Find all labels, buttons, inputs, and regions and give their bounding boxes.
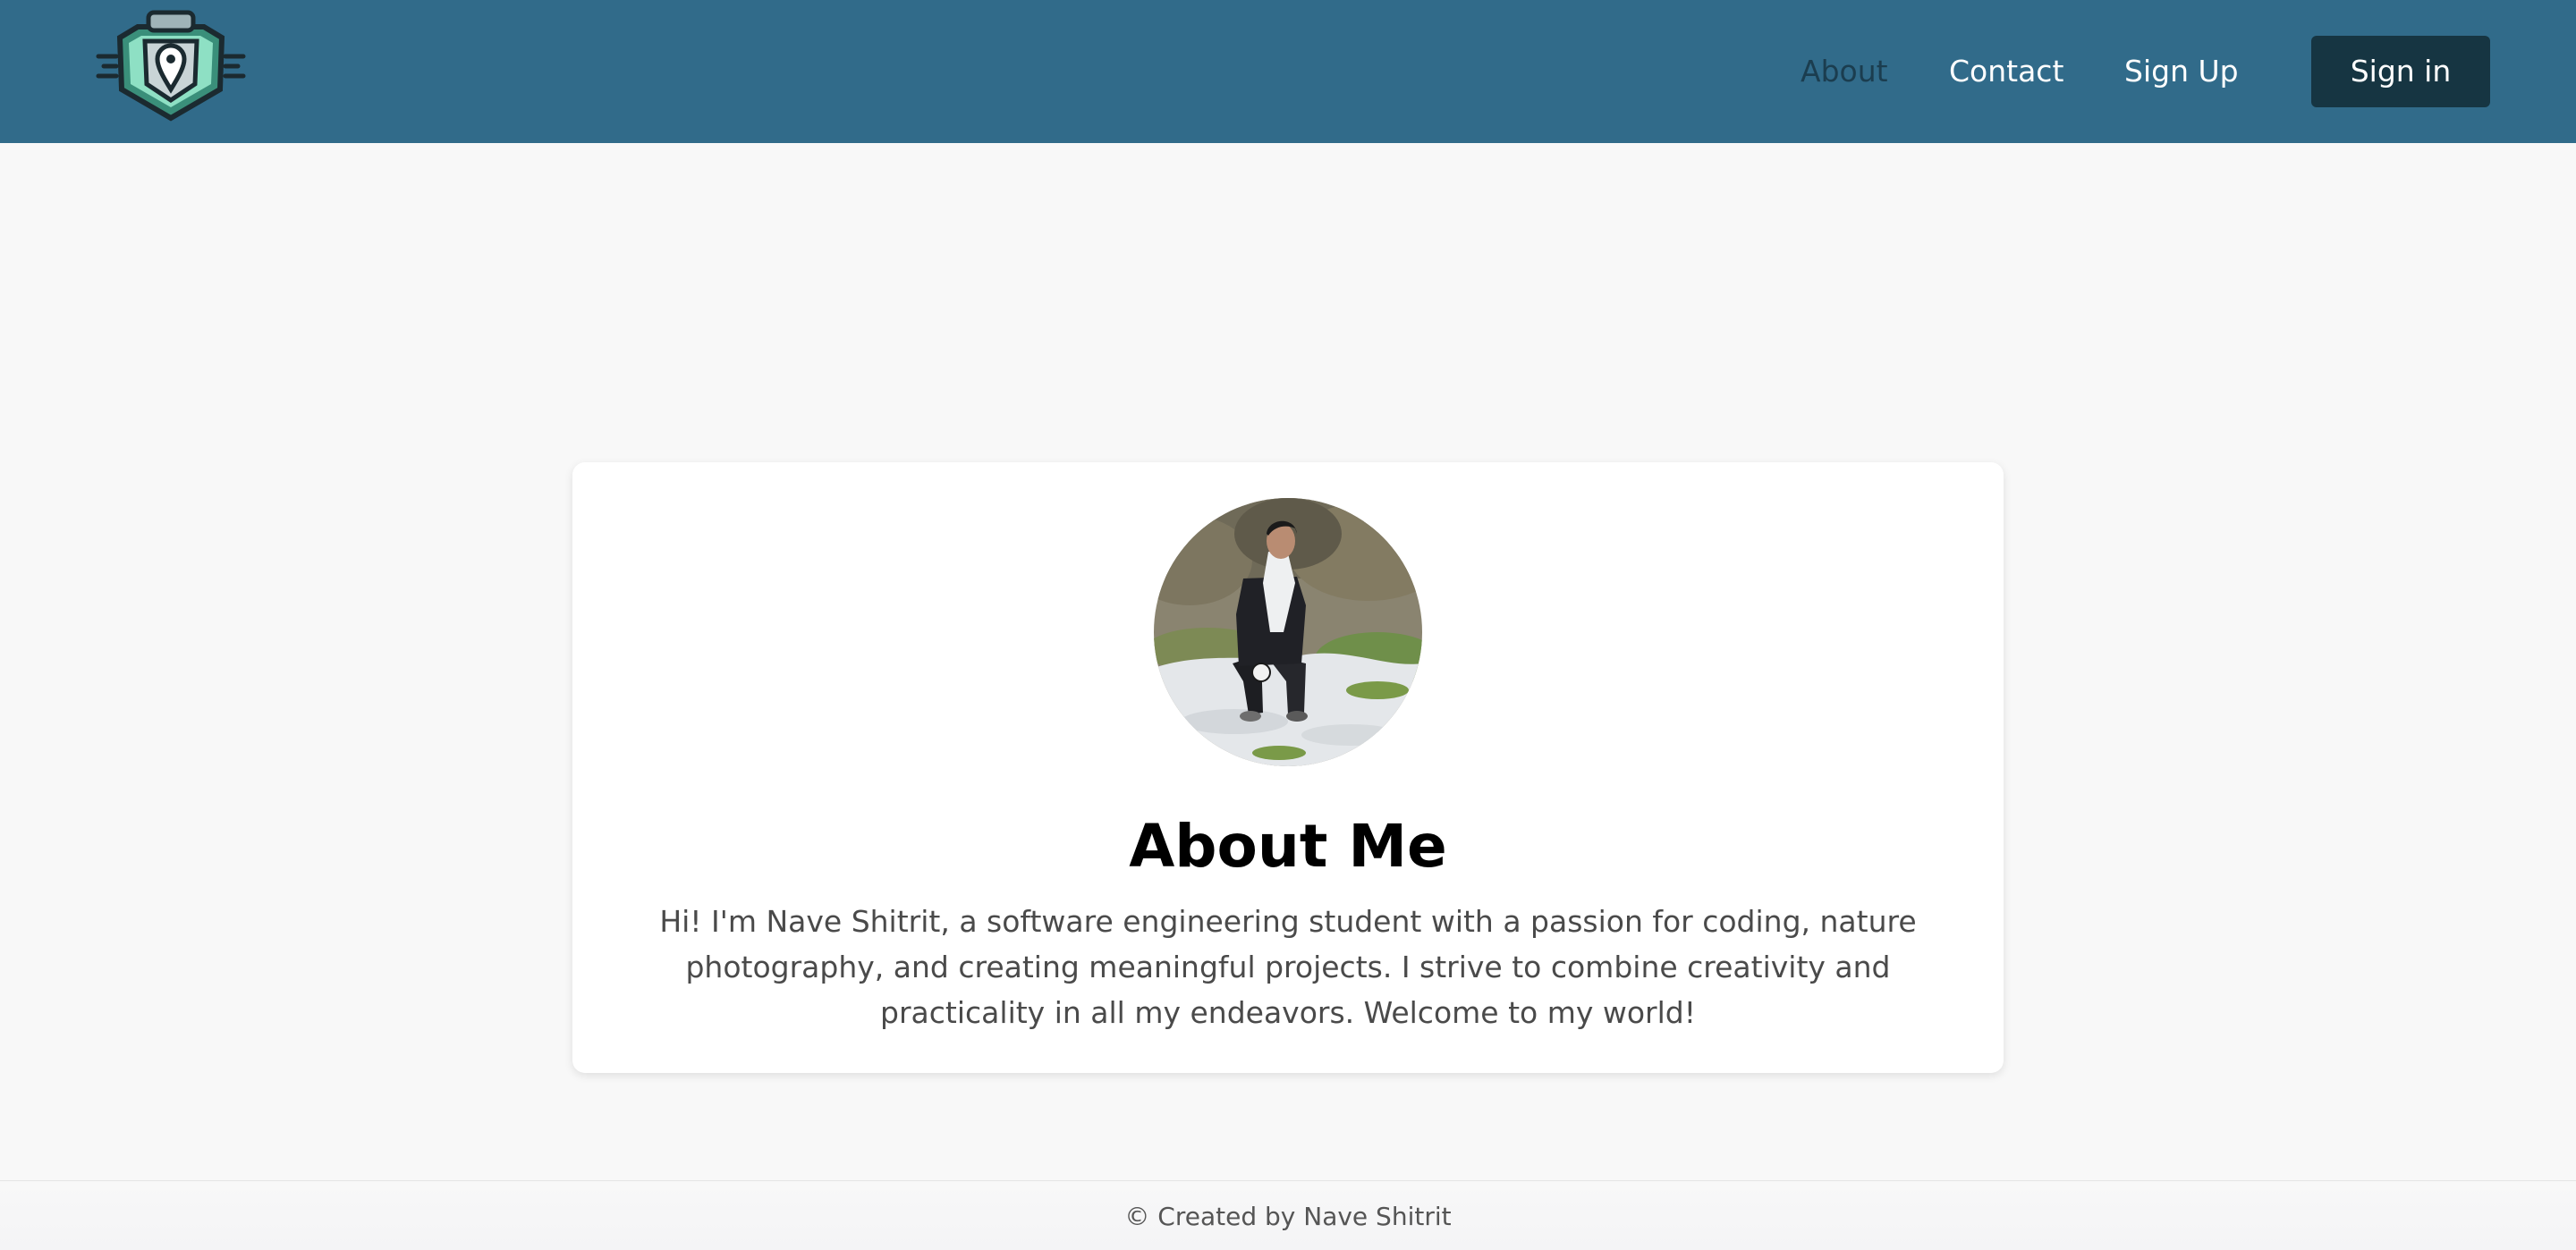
page-title: About Me [1129,812,1447,881]
about-description: Hi! I'm Nave Shitrit, a software enginee… [659,904,1917,1030]
navbar: About Contact Sign Up Sign in [0,0,2576,143]
nav-link-about[interactable]: About [1801,50,1888,93]
map-pin-shield-icon [96,10,246,122]
footer: © Created by Nave Shitrit [0,1180,2576,1250]
nav-link-contact[interactable]: Contact [1949,50,2063,93]
page: About Contact Sign Up Sign in About Me H… [0,0,2576,1250]
sign-in-button[interactable]: Sign in [2311,36,2490,107]
profile-photo [1154,498,1422,766]
footer-credit: © Created by Nave Shitrit [1124,1202,1452,1231]
logo[interactable] [95,7,247,123]
about-card: About Me Hi! I'm Nave Shitrit, a softwar… [572,462,2004,1073]
avatar [1154,498,1422,766]
nav-link-sign-up[interactable]: Sign Up [2124,50,2239,93]
